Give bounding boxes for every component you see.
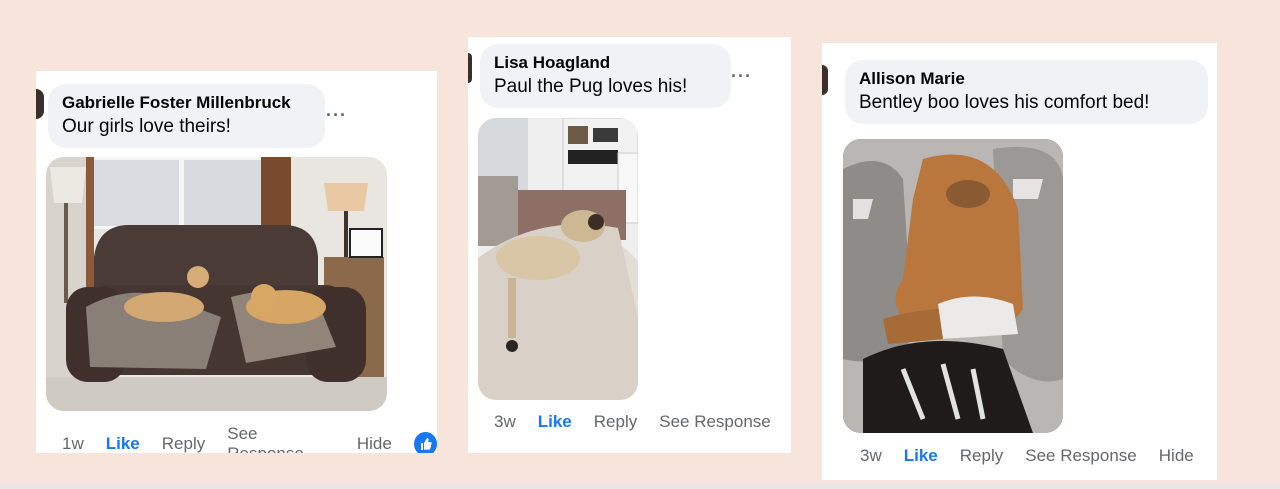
comment-time[interactable]: 1w: [62, 434, 84, 453]
like-button[interactable]: Like: [904, 446, 938, 466]
comment-photo[interactable]: [46, 157, 387, 411]
pug-bed-image: [478, 118, 638, 400]
comment-text: Our girls love theirs!: [62, 116, 231, 137]
comment-bubble: Lisa Hoagland Paul the Pug loves his!: [480, 44, 731, 108]
dog-bed-image: [843, 139, 1063, 433]
reply-button[interactable]: Reply: [162, 434, 205, 453]
comment-author[interactable]: Allison Marie: [859, 68, 1194, 90]
comment-text: Bentley boo loves his comfort bed!: [859, 92, 1150, 113]
reply-button[interactable]: Reply: [594, 412, 637, 432]
comment-actions: 1w Like Reply See Response Hide: [62, 424, 437, 453]
reply-button[interactable]: Reply: [960, 446, 1003, 466]
comment-card-3: Allison Marie Bentley boo loves his comf…: [822, 43, 1217, 480]
comment-time[interactable]: 3w: [494, 412, 516, 432]
comment-photo[interactable]: [843, 139, 1063, 433]
comment-bubble: Gabrielle Foster Millenbruck Our girls l…: [48, 84, 325, 148]
comment-author[interactable]: Lisa Hoagland: [494, 52, 717, 74]
see-response-button[interactable]: See Response: [1025, 446, 1137, 466]
comment-photo[interactable]: [478, 118, 638, 400]
more-options-button[interactable]: ···: [326, 105, 347, 126]
avatar[interactable]: [822, 65, 828, 95]
bottom-strip: [0, 483, 1280, 489]
sofa-dogs-image: [46, 157, 387, 411]
comment-text: Paul the Pug loves his!: [494, 76, 688, 97]
comment-author[interactable]: Gabrielle Foster Millenbruck: [62, 92, 311, 114]
hide-button[interactable]: Hide: [357, 434, 392, 453]
like-button[interactable]: Like: [106, 434, 140, 453]
comment-card-1: Gabrielle Foster Millenbruck Our girls l…: [36, 71, 437, 453]
comment-time[interactable]: 3w: [860, 446, 882, 466]
comment-actions: 3w Like Reply See Response Hide: [860, 446, 1194, 466]
comment-actions: 3w Like Reply See Response: [494, 412, 771, 432]
see-response-button[interactable]: See Response: [227, 424, 335, 453]
like-button[interactable]: Like: [538, 412, 572, 432]
avatar[interactable]: [36, 89, 44, 119]
thumbs-up-icon: [413, 432, 437, 453]
avatar[interactable]: [468, 53, 472, 83]
more-options-button[interactable]: ···: [731, 66, 752, 87]
hide-button[interactable]: Hide: [1159, 446, 1194, 466]
comment-bubble: Allison Marie Bentley boo loves his comf…: [845, 60, 1208, 124]
comment-card-2: Lisa Hoagland Paul the Pug loves his! ··…: [468, 37, 791, 453]
see-response-button[interactable]: See Response: [659, 412, 771, 432]
